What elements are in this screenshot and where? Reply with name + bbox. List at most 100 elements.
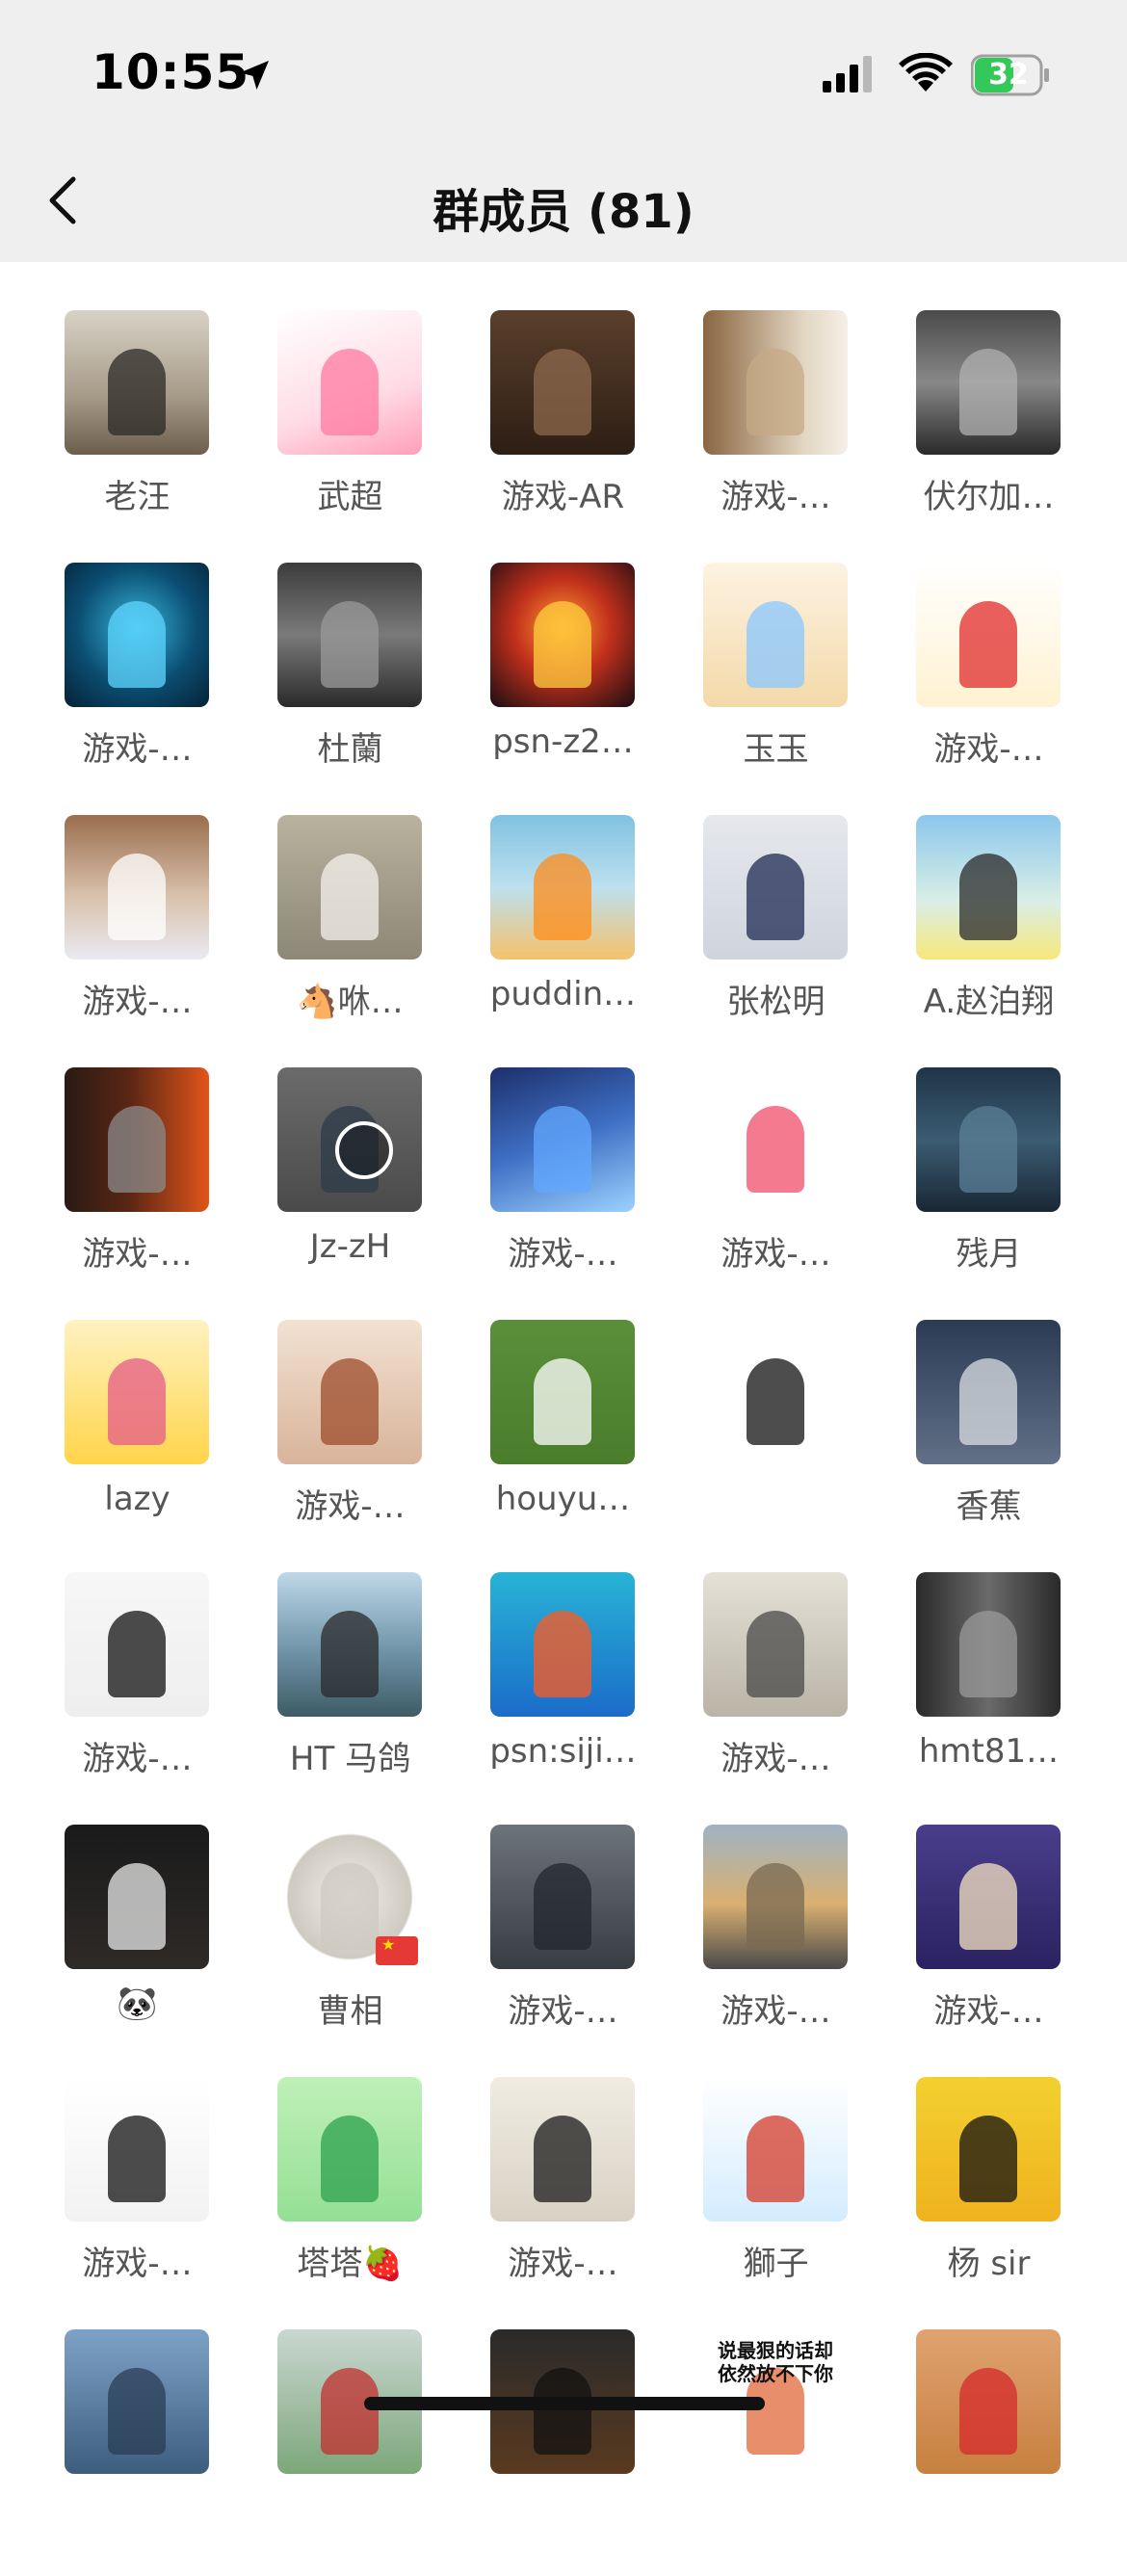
member-avatar[interactable] xyxy=(490,815,635,959)
member-avatar[interactable] xyxy=(703,1067,848,1212)
member-item[interactable]: 游戏-… xyxy=(675,1819,888,2071)
member-avatar[interactable] xyxy=(65,1825,209,1969)
member-item[interactable]: lazy xyxy=(37,1314,249,1566)
member-item[interactable]: 游戏-… xyxy=(37,1566,249,1819)
member-item[interactable]: HT 马鸽 xyxy=(249,1566,462,1819)
member-avatar[interactable] xyxy=(916,1825,1061,1969)
member-item[interactable] xyxy=(249,2324,462,2576)
member-item[interactable]: 游戏-… xyxy=(37,1062,249,1314)
member-avatar[interactable]: ★ xyxy=(277,1825,422,1969)
member-item[interactable]: 游戏-… xyxy=(462,1819,675,2071)
member-avatar[interactable] xyxy=(277,563,422,707)
member-avatar[interactable] xyxy=(65,1320,209,1464)
member-item[interactable]: psn-z2… xyxy=(462,557,675,809)
member-avatar[interactable] xyxy=(277,1572,422,1717)
member-item[interactable] xyxy=(462,2324,675,2576)
member-item[interactable]: 🐴咻… xyxy=(249,809,462,1062)
member-avatar[interactable] xyxy=(703,310,848,455)
member-item[interactable] xyxy=(675,1314,888,1566)
member-name: 武超 xyxy=(317,478,383,516)
member-item[interactable] xyxy=(888,2324,1101,2576)
avatar-figure xyxy=(959,2116,1017,2202)
member-avatar[interactable] xyxy=(65,563,209,707)
member-item[interactable]: 杨 sir xyxy=(888,2071,1101,2324)
member-avatar[interactable] xyxy=(916,2329,1061,2474)
member-item[interactable]: 游戏-… xyxy=(888,557,1101,809)
member-item[interactable]: 伏尔加… xyxy=(888,304,1101,557)
member-item[interactable]: 游戏-… xyxy=(675,304,888,557)
member-avatar[interactable] xyxy=(490,1320,635,1464)
member-item[interactable]: A.赵泊翔 xyxy=(888,809,1101,1062)
member-avatar[interactable] xyxy=(703,2077,848,2221)
member-avatar[interactable] xyxy=(916,1572,1061,1717)
member-item[interactable]: psn:siji… xyxy=(462,1566,675,1819)
member-avatar[interactable] xyxy=(490,563,635,707)
member-avatar[interactable] xyxy=(703,563,848,707)
member-item[interactable]: 杜蘭 xyxy=(249,557,462,809)
member-item[interactable]: 🐼 xyxy=(37,1819,249,2071)
member-avatar[interactable] xyxy=(65,815,209,959)
avatar-figure xyxy=(747,1611,804,1697)
member-item[interactable]: puddin… xyxy=(462,809,675,1062)
member-item[interactable]: 游戏-… xyxy=(462,1062,675,1314)
member-item[interactable]: 玉玉 xyxy=(675,557,888,809)
member-avatar[interactable] xyxy=(703,1320,848,1464)
member-item[interactable]: 残月 xyxy=(888,1062,1101,1314)
member-item[interactable]: 老汪 xyxy=(37,304,249,557)
member-avatar[interactable] xyxy=(703,1572,848,1717)
member-avatar[interactable] xyxy=(65,2077,209,2221)
member-avatar[interactable] xyxy=(916,815,1061,959)
member-avatar[interactable] xyxy=(65,1572,209,1717)
member-avatar[interactable] xyxy=(65,1067,209,1212)
member-avatar[interactable] xyxy=(277,2077,422,2221)
member-item[interactable]: 游戏-… xyxy=(37,557,249,809)
member-avatar[interactable] xyxy=(916,2077,1061,2221)
member-avatar[interactable] xyxy=(490,2077,635,2221)
member-name: 老汪 xyxy=(104,478,170,516)
member-avatar[interactable] xyxy=(277,310,422,455)
member-item[interactable]: 香蕉 xyxy=(888,1314,1101,1566)
member-avatar[interactable] xyxy=(490,310,635,455)
avatar-figure xyxy=(747,349,804,435)
member-avatar[interactable] xyxy=(916,310,1061,455)
member-item[interactable]: houyu… xyxy=(462,1314,675,1566)
member-item[interactable]: 说最狠的话却依然放不下你 xyxy=(675,2324,888,2576)
member-avatar[interactable] xyxy=(277,815,422,959)
avatar-figure xyxy=(321,601,379,688)
member-avatar[interactable] xyxy=(490,1067,635,1212)
avatar-figure xyxy=(534,349,591,435)
member-item[interactable]: 武超 xyxy=(249,304,462,557)
member-item[interactable] xyxy=(37,2324,249,2576)
member-item[interactable]: 游戏-… xyxy=(888,1819,1101,2071)
member-avatar[interactable] xyxy=(703,815,848,959)
member-item[interactable]: ★ 曹相 xyxy=(249,1819,462,2071)
member-avatar[interactable] xyxy=(916,1320,1061,1464)
member-item[interactable]: 游戏-… xyxy=(37,2071,249,2324)
avatar-figure xyxy=(108,1106,166,1193)
member-item[interactable]: 游戏-AR xyxy=(462,304,675,557)
member-item[interactable]: 张松明 xyxy=(675,809,888,1062)
member-avatar[interactable] xyxy=(703,1825,848,1969)
member-avatar[interactable] xyxy=(916,1067,1061,1212)
member-avatar[interactable] xyxy=(65,2329,209,2474)
member-item[interactable]: Jz-zH xyxy=(249,1062,462,1314)
member-avatar[interactable] xyxy=(65,310,209,455)
member-name: 游戏-… xyxy=(721,1235,831,1274)
member-name: 香蕉 xyxy=(956,1487,1022,1526)
member-avatar[interactable] xyxy=(490,1825,635,1969)
member-avatar[interactable] xyxy=(490,1572,635,1717)
member-avatar[interactable] xyxy=(277,1067,422,1212)
member-item[interactable]: 塔塔🍓 xyxy=(249,2071,462,2324)
member-avatar[interactable] xyxy=(277,1320,422,1464)
avatar-figure xyxy=(747,854,804,940)
member-item[interactable]: hmt81… xyxy=(888,1566,1101,1819)
member-item[interactable]: 游戏-… xyxy=(675,1062,888,1314)
member-item[interactable]: 游戏-… xyxy=(462,2071,675,2324)
member-item[interactable]: 游戏-… xyxy=(37,809,249,1062)
member-item[interactable]: 獅子 xyxy=(675,2071,888,2324)
member-item[interactable]: 游戏-… xyxy=(675,1566,888,1819)
member-name: houyu… xyxy=(495,1480,631,1518)
member-avatar[interactable] xyxy=(916,563,1061,707)
member-name: 游戏-… xyxy=(82,1740,193,1778)
member-item[interactable]: 游戏-… xyxy=(249,1314,462,1566)
